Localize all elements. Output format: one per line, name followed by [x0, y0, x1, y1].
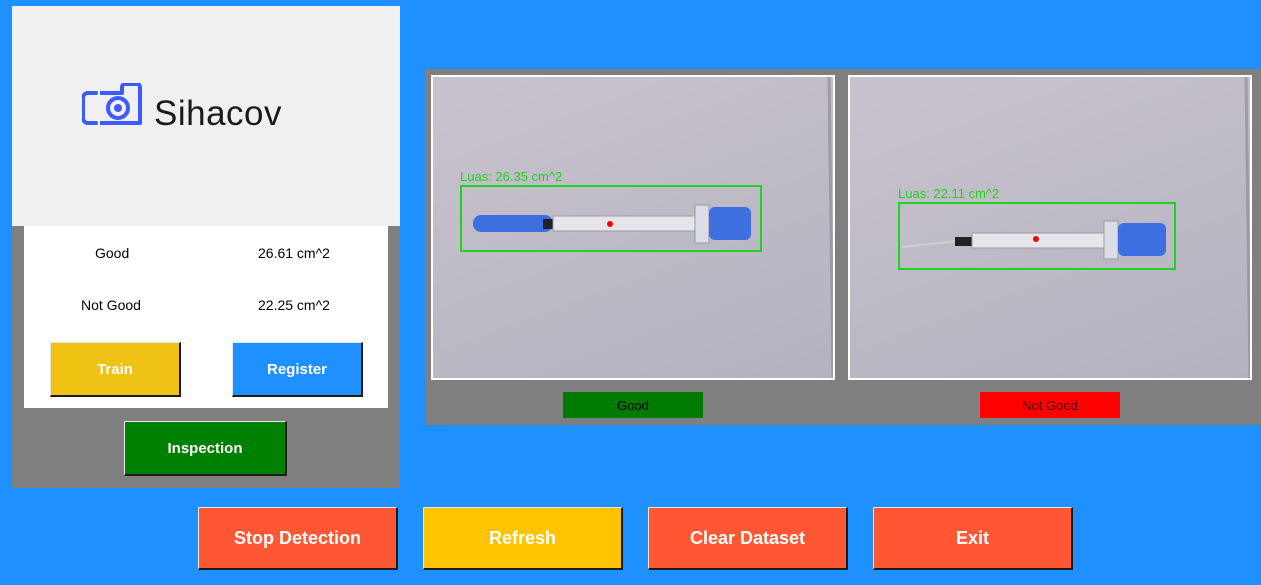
train-button[interactable]: Train — [50, 342, 181, 397]
camera-scan-icon — [82, 83, 142, 125]
inspection-button[interactable]: Inspection — [124, 421, 287, 476]
not-good-reference-label: Not Good — [81, 297, 141, 313]
reference-info-box: Good 26.61 cm^2 Not Good 22.25 cm^2 Trai… — [24, 226, 388, 408]
refresh-button[interactable]: Refresh — [423, 507, 623, 570]
detection-area-label: Luas: 22.11 cm^2 — [898, 186, 1000, 201]
detection-area-label: Luas: 26.35 cm^2 — [460, 169, 563, 184]
detection-box — [898, 202, 1176, 270]
camera-feed-good: Luas: 26.35 cm^2 — [431, 75, 835, 380]
good-reference-label: Good — [95, 245, 130, 261]
control-panel: Sihacov Good 26.61 cm^2 Not Good 22.25 c… — [12, 6, 400, 488]
good-reference-value: 26.61 cm^2 — [258, 245, 330, 261]
not-good-reference-value: 22.25 cm^2 — [258, 297, 330, 313]
status-badge-good: Good — [563, 392, 703, 418]
camera-panel: Luas: 26.35 cm^2 Luas: 22.11 cm^2 Good N… — [425, 69, 1261, 425]
camera-feed-not-good: Luas: 22.11 cm^2 — [848, 75, 1252, 380]
clear-dataset-button[interactable]: Clear Dataset — [648, 507, 848, 570]
exit-button[interactable]: Exit — [873, 507, 1073, 570]
detection-box — [460, 185, 762, 252]
logo-area: Sihacov — [12, 6, 400, 226]
app-logo-text: Sihacov — [154, 94, 283, 133]
status-badge-not-good: Not Good — [980, 392, 1120, 418]
stop-detection-button[interactable]: Stop Detection — [198, 507, 398, 570]
register-button[interactable]: Register — [232, 342, 363, 397]
